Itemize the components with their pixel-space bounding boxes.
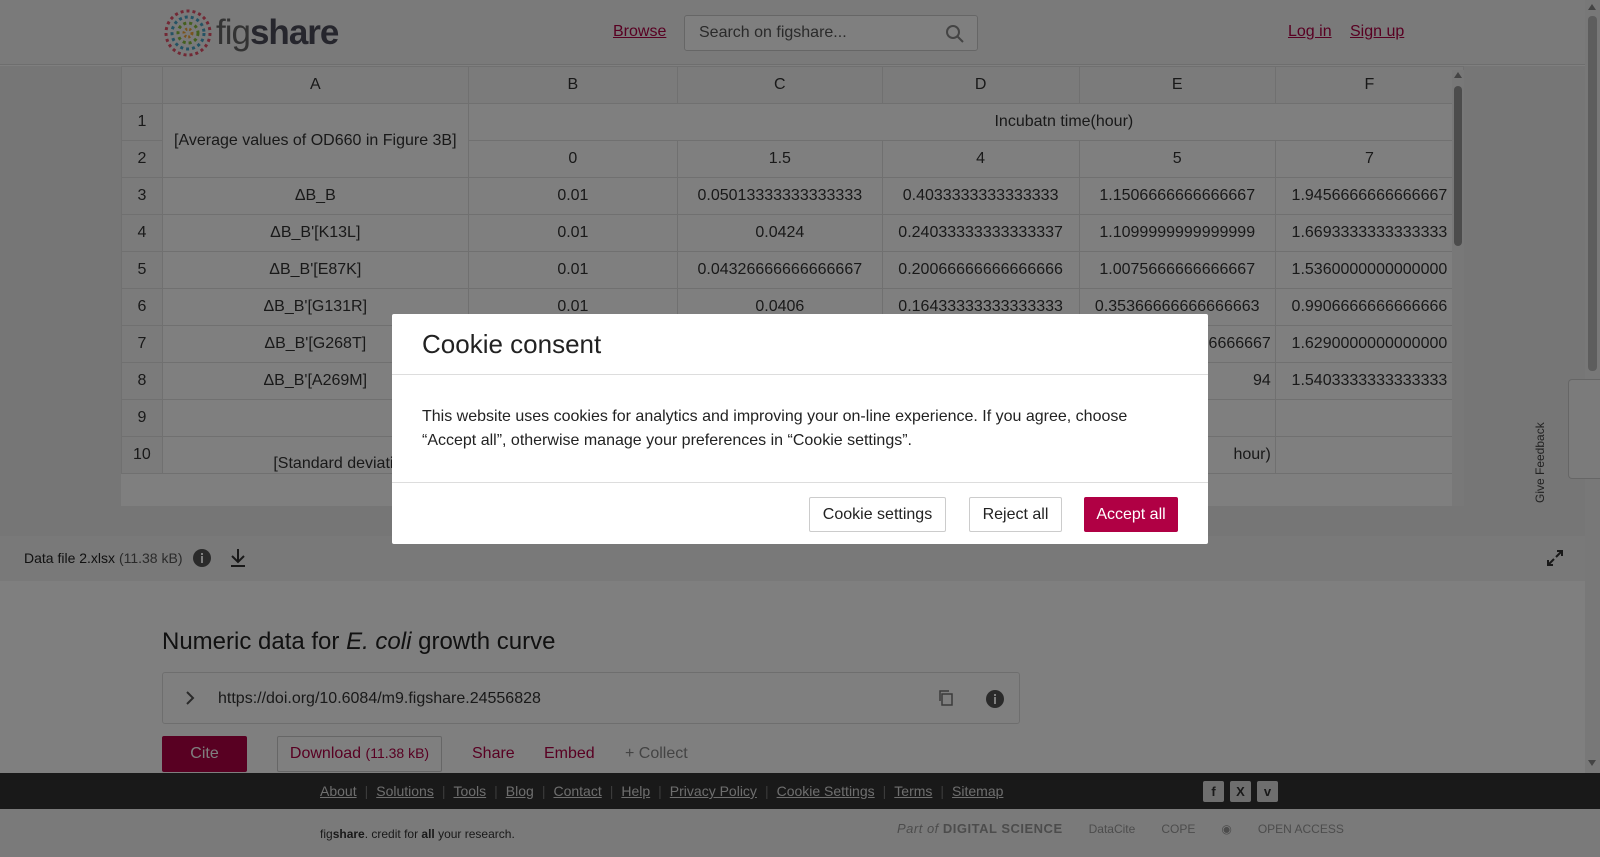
- reject-all-button[interactable]: Reject all: [969, 497, 1062, 532]
- accept-all-button[interactable]: Accept all: [1084, 497, 1178, 532]
- dialog-title: Cookie consent: [422, 329, 602, 359]
- cookie-consent-dialog: Cookie consent This website uses cookies…: [392, 314, 1208, 544]
- divider: [392, 374, 1208, 375]
- cookie-settings-button[interactable]: Cookie settings: [809, 497, 946, 532]
- dialog-body: This website uses cookies for analytics …: [422, 408, 1128, 449]
- divider: [392, 482, 1208, 483]
